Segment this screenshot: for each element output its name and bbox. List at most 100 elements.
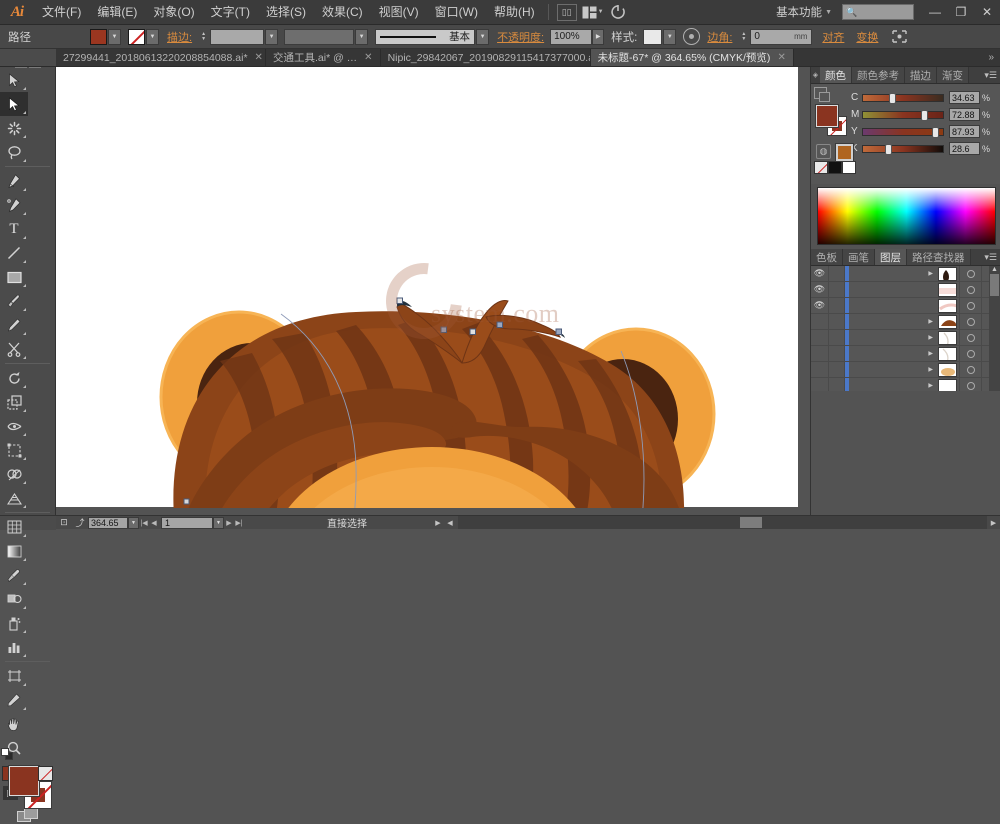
color-panel-menu[interactable]: ▾☰ xyxy=(969,67,1000,83)
layer-target-icon[interactable] xyxy=(959,282,981,297)
layer-row[interactable]: ▶ xyxy=(811,314,989,330)
share-icon[interactable]: ⤴ xyxy=(72,516,88,529)
minimize-button[interactable]: — xyxy=(922,0,948,25)
profile-dropdown-icon[interactable]: ▼ xyxy=(476,29,489,45)
blend-tool[interactable] xyxy=(0,587,28,611)
slider-value-c[interactable]: 34.63 xyxy=(949,91,980,104)
layer-expand-icon[interactable]: ▶ xyxy=(928,382,933,389)
transform-button[interactable]: 变换 xyxy=(856,29,878,45)
lasso-tool[interactable] xyxy=(0,140,28,164)
curvature-tool[interactable] xyxy=(0,193,28,217)
layer-visibility-icon[interactable]: 👁 xyxy=(811,298,829,313)
layer-lock-cell[interactable] xyxy=(829,298,845,313)
tab-overflow-chevron-icon[interactable]: » xyxy=(988,52,994,63)
layer-visibility-icon[interactable] xyxy=(811,346,829,361)
tab-stroke[interactable]: 描边 xyxy=(905,67,937,83)
rectangle-tool[interactable] xyxy=(0,265,28,289)
layer-lock-cell[interactable] xyxy=(829,362,845,377)
search-input[interactable]: 🔍 xyxy=(842,4,914,20)
workspace-chevron-icon[interactable]: ▼ xyxy=(825,9,842,16)
shape-builder-tool[interactable] xyxy=(0,462,28,486)
corner-radius-input[interactable]: 0 mm xyxy=(750,29,812,45)
layers-panel-menu[interactable]: ▾☰ xyxy=(971,249,1000,265)
maximize-button[interactable]: ❐ xyxy=(948,0,974,25)
gradient-tool[interactable] xyxy=(0,539,28,563)
default-fill-stroke-icon[interactable] xyxy=(1,748,14,761)
layer-visibility-icon[interactable] xyxy=(811,330,829,345)
layer-visibility-icon[interactable] xyxy=(811,314,829,329)
slider-track-c[interactable] xyxy=(862,94,944,102)
workspace-label[interactable]: 基本功能 xyxy=(776,4,825,20)
rotate-tool[interactable] xyxy=(0,366,28,390)
layer-visibility-icon[interactable]: 👁 xyxy=(811,282,829,297)
color-none-icon[interactable]: ◍ xyxy=(816,144,831,159)
close-button[interactable]: ✕ xyxy=(974,0,1000,25)
menu-object[interactable]: 对象(O) xyxy=(145,0,202,25)
menu-file[interactable]: 文件(F) xyxy=(34,0,89,25)
swatch-none[interactable] xyxy=(814,161,828,174)
layer-expand-icon[interactable]: ▶ xyxy=(928,334,933,341)
tab-overflow[interactable]: » xyxy=(794,49,1000,66)
document-tab-4-active[interactable]: 未标题-67* @ 364.65% (CMYK/预览) ✕ xyxy=(591,49,794,66)
document-tab-2[interactable]: 交通工具.ai* @ … ✕ xyxy=(266,49,381,66)
layer-visibility-icon[interactable] xyxy=(811,362,829,377)
stroke-dropdown-icon[interactable]: ▼ xyxy=(146,29,159,45)
layer-row[interactable]: 👁 xyxy=(811,298,989,314)
proxy-icon[interactable] xyxy=(814,87,827,99)
tab-close-icon[interactable]: ✕ xyxy=(364,52,372,63)
direct-selection-tool[interactable] xyxy=(0,92,28,116)
style-dropdown-icon[interactable]: ▼ xyxy=(663,29,676,45)
prev-artboard-icon[interactable]: ◀ xyxy=(149,519,159,527)
layer-expand-icon[interactable]: ▶ xyxy=(928,350,933,357)
artboard-dropdown-icon[interactable]: ▼ xyxy=(213,517,224,529)
opacity-flyout-icon[interactable]: ▶ xyxy=(592,29,604,45)
toolbox-fill-swatch[interactable] xyxy=(9,766,39,796)
artboard-tool[interactable] xyxy=(0,664,28,688)
hscroll-thumb[interactable] xyxy=(740,517,762,528)
slice-tool[interactable] xyxy=(0,688,28,712)
layer-visibility-icon[interactable]: 👁 xyxy=(811,266,829,281)
slider-track-k[interactable] xyxy=(862,145,944,153)
color-spectrum-ramp[interactable] xyxy=(817,187,996,245)
layer-name-cell[interactable]: ▶ xyxy=(849,330,936,345)
bridge-icon[interactable] xyxy=(608,4,630,21)
layer-lock-cell[interactable] xyxy=(829,282,845,297)
layer-target-icon[interactable] xyxy=(959,346,981,361)
menu-view[interactable]: 视图(V) xyxy=(371,0,427,25)
layer-row[interactable]: 👁 ▶ xyxy=(811,266,989,282)
menu-type[interactable]: 文字(T) xyxy=(203,0,258,25)
tab-color[interactable]: 颜色 xyxy=(820,67,852,83)
swatch-black[interactable] xyxy=(828,161,842,174)
free-transform-tool[interactable] xyxy=(0,438,28,462)
menu-select[interactable]: 选择(S) xyxy=(258,0,314,25)
document-tab-3[interactable]: Nipic_29842067_20190829115417377000.ai* … xyxy=(381,49,591,66)
stroke-weight-input[interactable] xyxy=(210,29,264,45)
artwork-monkey-illustration[interactable] xyxy=(56,67,810,512)
opacity-label[interactable]: 不透明度: xyxy=(497,29,544,45)
stroke-profile-selector[interactable]: 基本 xyxy=(375,29,475,45)
workspace-switcher-icon[interactable]: ▼ xyxy=(582,4,604,21)
tab-pathfinder[interactable]: 路径查找器 xyxy=(907,249,971,265)
color-spot-swatch[interactable] xyxy=(836,144,853,161)
stroke-color-swatch[interactable] xyxy=(128,29,145,45)
pen-tool[interactable] xyxy=(0,169,28,193)
layer-target-icon[interactable] xyxy=(959,314,981,329)
scroll-thumb[interactable] xyxy=(990,274,999,296)
stroke-style-input[interactable] xyxy=(284,29,354,45)
layer-target-icon[interactable] xyxy=(959,298,981,313)
status-flyout-icon[interactable]: ▶ xyxy=(432,519,444,527)
layer-row[interactable]: 👁 xyxy=(811,282,989,298)
panel-collapse-icon[interactable]: ◈ xyxy=(811,67,820,83)
scale-tool[interactable] xyxy=(0,390,28,414)
menu-effect[interactable]: 效果(C) xyxy=(314,0,371,25)
layer-lock-cell[interactable] xyxy=(829,266,845,281)
tab-brushes[interactable]: 画笔 xyxy=(843,249,875,265)
layer-name-cell[interactable]: ▶ xyxy=(849,314,936,329)
perspective-grid-tool[interactable] xyxy=(0,486,28,510)
corner-label[interactable]: 边角: xyxy=(707,29,732,45)
artboard-number-input[interactable]: 1 xyxy=(161,517,213,529)
none-button[interactable] xyxy=(38,766,53,781)
stroke-weight-label[interactable]: 描边: xyxy=(167,29,192,45)
slider-value-k[interactable]: 28.6 xyxy=(949,142,980,155)
layer-row[interactable]: ▶ xyxy=(811,346,989,362)
